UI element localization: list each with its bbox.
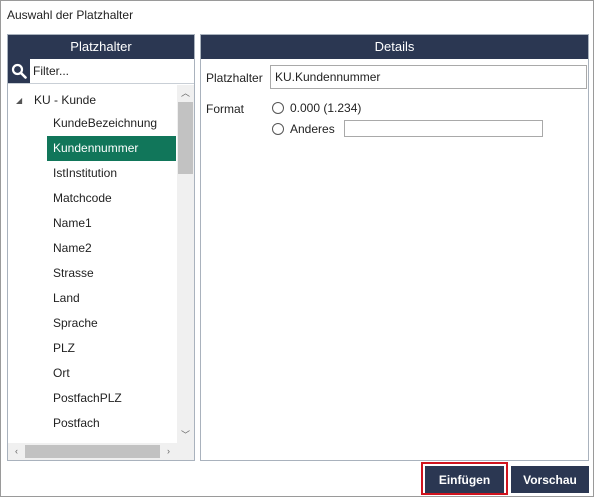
tree-item-list: KundeBezeichnung Kundennummer IstInstituti… — [47, 111, 176, 436]
tree-item[interactable]: PLZ — [47, 336, 176, 361]
horizontal-scroll-thumb[interactable] — [25, 445, 160, 458]
placeholder-field[interactable] — [270, 65, 587, 89]
placeholder-label: Platzhalter — [206, 71, 263, 85]
search-icon[interactable] — [8, 59, 30, 83]
tree-item[interactable]: Postfach — [47, 411, 176, 436]
tree-item[interactable]: Ort — [47, 361, 176, 386]
tree-item[interactable]: Name1 — [47, 211, 176, 236]
preview-button[interactable]: Vorschau — [511, 466, 589, 493]
details-panel: Details Platzhalter Format 0.000 (1.234)… — [200, 34, 589, 461]
tree-root-node[interactable]: ◢ KU - Kunde — [16, 91, 96, 109]
tree-item[interactable]: Kundennummer — [47, 136, 176, 161]
tree-item[interactable]: IstInstitution — [47, 161, 176, 186]
vertical-scroll-thumb[interactable] — [178, 102, 193, 174]
tree-item[interactable]: Land — [47, 286, 176, 311]
details-panel-header: Details — [201, 35, 588, 59]
custom-format-field[interactable] — [344, 120, 543, 137]
scroll-right-icon[interactable]: › — [160, 443, 177, 460]
tree-item[interactable]: KundeBezeichnung — [47, 111, 176, 136]
collapse-triangle-icon[interactable]: ◢ — [16, 96, 32, 105]
scroll-left-icon[interactable]: ‹ — [8, 443, 25, 460]
tree-item[interactable]: PostfachPLZ — [47, 386, 176, 411]
filter-row — [8, 59, 194, 84]
placeholder-panel: Platzhalter ◢ KU - Kunde KundeBezeichnun… — [7, 34, 195, 461]
dialog-window: Auswahl der Platzhalter Platzhalter ◢ KU… — [0, 0, 594, 497]
placeholder-tree: ◢ KU - Kunde KundeBezeichnung Kundennumme… — [8, 85, 194, 444]
format-option-custom-label: Anderes — [290, 122, 335, 136]
scroll-up-icon[interactable]: ︿ — [177, 85, 194, 102]
window-title: Auswahl der Platzhalter — [7, 8, 134, 22]
tree-item[interactable]: Matchcode — [47, 186, 176, 211]
scroll-down-icon[interactable]: ﹀ — [177, 427, 194, 444]
format-option-default[interactable]: 0.000 (1.234) — [272, 101, 361, 115]
insert-button[interactable]: Einfügen — [425, 466, 504, 493]
radio-button[interactable] — [272, 123, 284, 135]
filter-input[interactable] — [30, 59, 194, 83]
format-option-custom[interactable]: Anderes — [272, 122, 335, 136]
tree-item[interactable]: Strasse — [47, 261, 176, 286]
tree-item[interactable]: Sprache — [47, 311, 176, 336]
tree-item[interactable]: Name2 — [47, 236, 176, 261]
placeholder-panel-header: Platzhalter — [8, 35, 194, 59]
tree-root-label: KU - Kunde — [34, 93, 97, 107]
vertical-scrollbar[interactable]: ︿ ﹀ — [177, 85, 194, 444]
horizontal-scrollbar[interactable]: ‹ › — [8, 443, 194, 460]
radio-button[interactable] — [272, 102, 284, 114]
format-label: Format — [206, 102, 245, 116]
format-option-default-label: 0.000 (1.234) — [290, 101, 362, 115]
